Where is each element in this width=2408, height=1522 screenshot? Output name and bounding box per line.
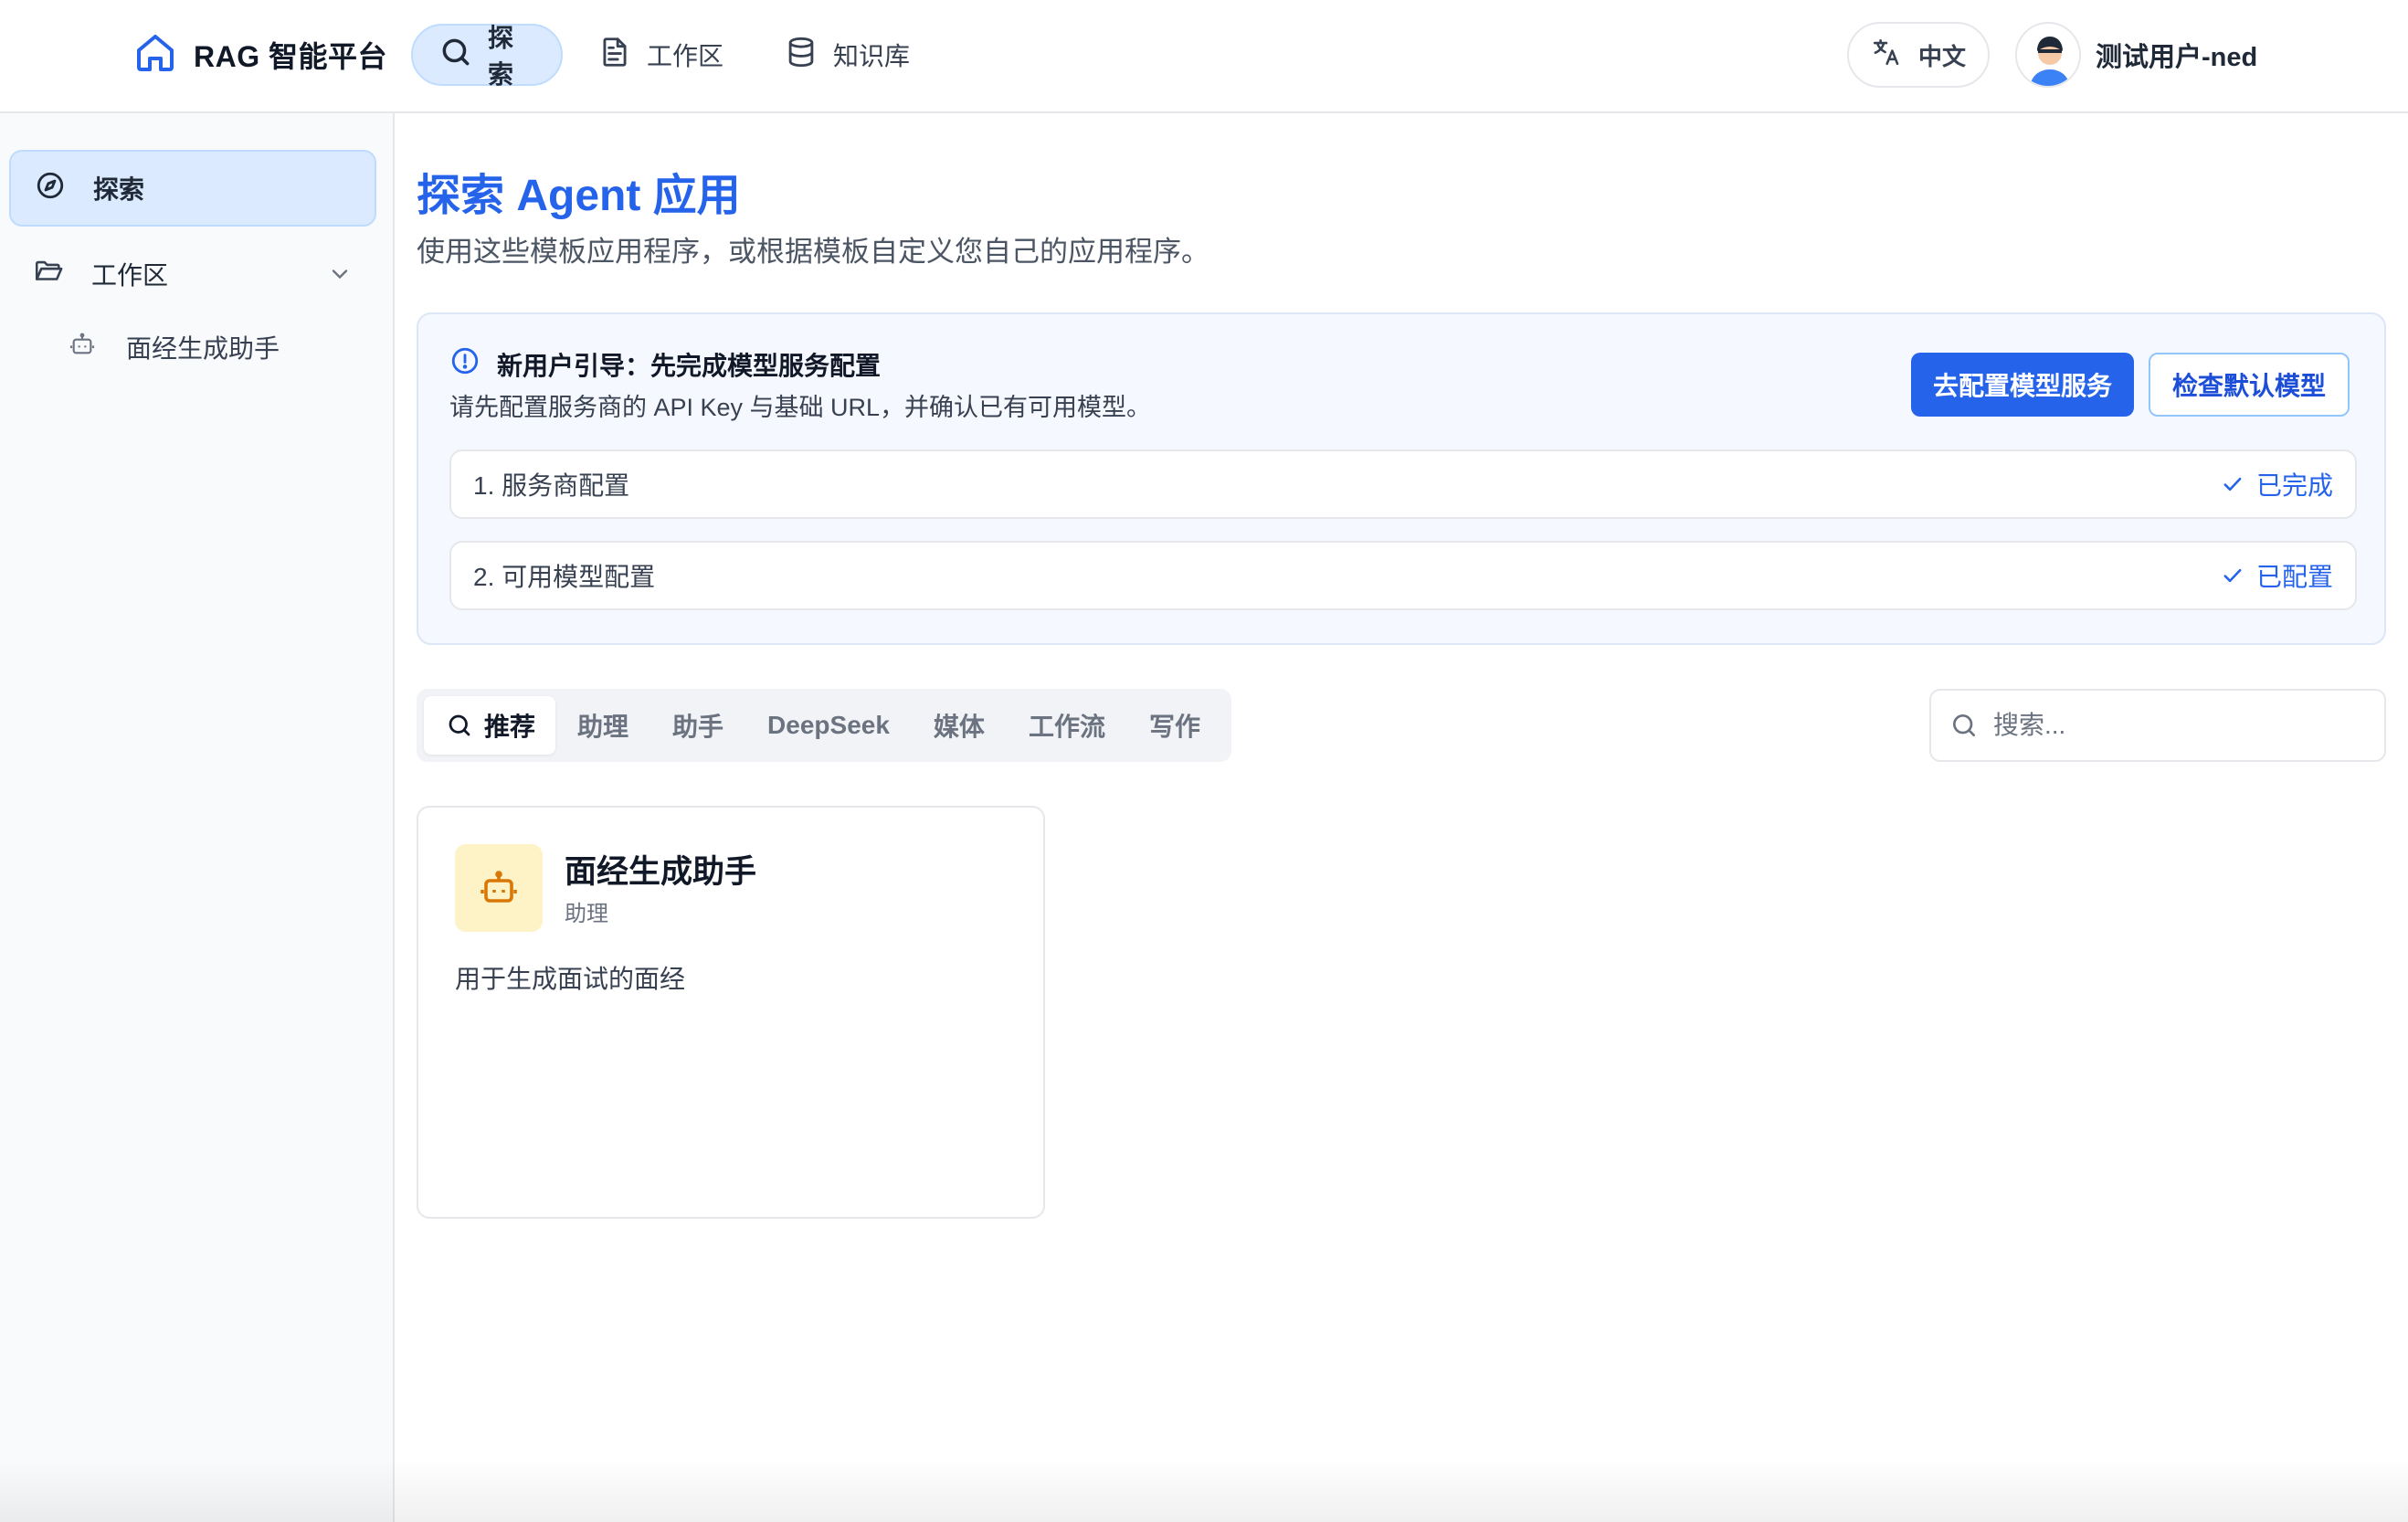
document-icon xyxy=(597,35,632,76)
sidebar-item-explore[interactable]: 探索 xyxy=(9,150,376,227)
tab-writing[interactable]: 写作 xyxy=(1127,696,1222,755)
guide-description: 请先配置服务商的 API Key 与基础 URL，并确认已有可用模型。 xyxy=(449,394,1152,421)
card-title: 面经生成助手 xyxy=(565,854,757,890)
guide-title: 新用户引导：先完成模型服务配置 xyxy=(497,351,882,380)
sidebar-subitem-label: 面经生成助手 xyxy=(126,334,280,363)
search-icon xyxy=(438,35,473,76)
sidebar-item-label: 探索 xyxy=(93,175,145,204)
sidebar-item-label: 工作区 xyxy=(91,261,169,290)
app-root: RAG 智能平台 探索 工作区 知识库 中文 测试用户-ned 探索 工作区 面… xyxy=(0,0,2408,1522)
category-tabs: 推荐 助理 助手 DeepSeek 媒体 工作流 写作 xyxy=(417,689,1231,762)
check-icon xyxy=(2223,568,2242,583)
chevron-down-icon[interactable] xyxy=(327,261,353,287)
tab-label: 推荐 xyxy=(484,713,536,741)
nav-explore[interactable]: 探索 xyxy=(411,24,563,89)
page-title: 探索 Agent 应用 xyxy=(417,172,741,220)
tab-assistant[interactable]: 助理 xyxy=(555,696,650,755)
tab-helper[interactable]: 助手 xyxy=(650,696,745,755)
nav-workspace-label: 工作区 xyxy=(647,42,724,70)
step-status-text: 已配置 xyxy=(2255,563,2333,591)
compass-icon xyxy=(35,170,66,207)
configure-model-service-button[interactable]: 去配置模型服务 xyxy=(1911,353,2134,417)
app-card[interactable]: 面经生成助手 助理 用于生成面试的面经 xyxy=(417,806,1045,1219)
brand[interactable]: RAG 智能平台 xyxy=(133,29,387,80)
main-content: 探索 Agent 应用 使用这些模板应用程序，或根据模板自定义您自己的应用程序。… xyxy=(396,113,2408,1522)
step-status-text: 已完成 xyxy=(2255,471,2333,500)
nav-knowledge-base[interactable]: 知识库 xyxy=(758,24,935,86)
search-icon xyxy=(449,714,470,736)
bot-icon xyxy=(68,330,97,365)
language-label: 中文 xyxy=(1917,42,1966,70)
translate-icon xyxy=(1871,37,1902,74)
step-label: 2. 可用模型配置 xyxy=(473,563,656,591)
app-search xyxy=(1929,689,2386,762)
language-switch-button[interactable]: 中文 xyxy=(1847,22,1990,88)
bot-icon xyxy=(481,871,517,903)
card-icon-tile xyxy=(455,844,543,932)
avatar xyxy=(2015,22,2081,88)
step-label: 1. 服务商配置 xyxy=(473,471,630,500)
search-input[interactable] xyxy=(1993,711,2359,740)
folder-icon xyxy=(33,256,64,293)
bottom-shadow xyxy=(0,1458,2408,1522)
step-status: 已配置 xyxy=(2220,557,2333,594)
user-menu[interactable]: 测试用户-ned xyxy=(2015,22,2257,88)
step-status: 已完成 xyxy=(2220,466,2333,502)
info-icon xyxy=(449,345,481,383)
search-icon xyxy=(1953,714,1975,736)
guide-step-models: 2. 可用模型配置 已配置 xyxy=(449,541,2357,610)
check-icon xyxy=(2223,477,2242,491)
top-header: RAG 智能平台 探索 工作区 知识库 中文 测试用户-ned xyxy=(0,0,2408,113)
sidebar-item-workspace[interactable]: 工作区 xyxy=(9,236,376,312)
sidebar: 探索 工作区 面经生成助手 xyxy=(0,113,395,1522)
home-icon xyxy=(133,31,177,79)
brand-name: RAG 智能平台 xyxy=(194,40,388,73)
guide-step-provider: 1. 服务商配置 已完成 xyxy=(449,449,2357,519)
tab-deepseek[interactable]: DeepSeek xyxy=(745,696,912,755)
card-category: 助理 xyxy=(565,902,608,926)
tab-media[interactable]: 媒体 xyxy=(912,696,1007,755)
card-description: 用于生成面试的面经 xyxy=(455,965,686,993)
sidebar-subitem-interview-assistant[interactable]: 面经生成助手 xyxy=(68,316,280,378)
nav-explore-label: 探索 xyxy=(488,24,514,89)
database-icon xyxy=(784,35,819,76)
user-name: 测试用户-ned xyxy=(2096,43,2258,72)
nav-knowledge-base-label: 知识库 xyxy=(833,42,911,70)
guide-heading: 新用户引导：先完成模型服务配置 xyxy=(449,345,881,383)
page-subtitle: 使用这些模板应用程序，或根据模板自定义您自己的应用程序。 xyxy=(417,236,1209,268)
tab-recommended[interactable]: 推荐 xyxy=(424,696,556,755)
onboarding-guide-panel: 新用户引导：先完成模型服务配置 请先配置服务商的 API Key 与基础 URL… xyxy=(417,312,2386,645)
nav-workspace[interactable]: 工作区 xyxy=(572,24,749,86)
tab-workflow[interactable]: 工作流 xyxy=(1007,696,1127,755)
check-default-model-button[interactable]: 检查默认模型 xyxy=(2149,353,2350,417)
